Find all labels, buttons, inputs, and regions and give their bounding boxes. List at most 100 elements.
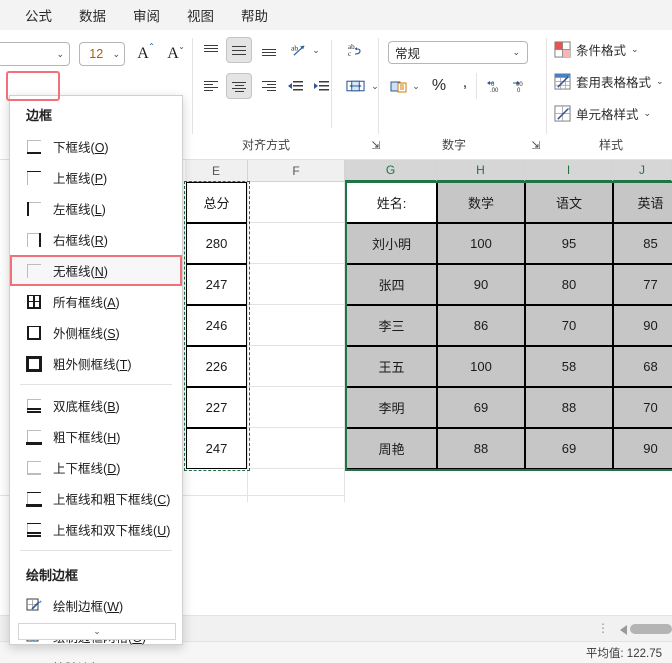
menu-item-erase-border[interactable]: 擦除边框(E): [10, 652, 182, 663]
horizontal-scroll-thumb[interactable]: [630, 624, 672, 634]
scroll-left-arrow-icon[interactable]: [620, 625, 627, 635]
accounting-dropdown[interactable]: ⌄: [409, 75, 423, 97]
font-size-combo[interactable]: 12 ⌄: [79, 42, 125, 66]
menu-item-border-none[interactable]: 无框线(N): [10, 255, 182, 286]
grow-font-button[interactable]: A ⌃: [131, 42, 155, 66]
align-middle-button[interactable]: [226, 37, 252, 63]
table-row[interactable]: 80: [525, 264, 613, 305]
menu-item-border-all[interactable]: 所有框线(A): [10, 286, 182, 317]
decrease-decimal-button[interactable]: 00 0: [510, 75, 532, 97]
increase-decimal-button[interactable]: 0 .00: [484, 75, 506, 97]
column-header-I[interactable]: I: [525, 160, 613, 182]
cell-I-header[interactable]: 语文: [525, 182, 613, 223]
table-row[interactable]: 刘小明: [346, 223, 437, 264]
table-row[interactable]: 69: [437, 387, 525, 428]
menu-item-accel: C: [157, 493, 167, 507]
menu-tab-formulas[interactable]: 公式: [16, 2, 61, 28]
cell-J-header[interactable]: 英语: [613, 182, 672, 223]
number-dialog-launcher[interactable]: ⇲: [529, 139, 543, 153]
orientation-button[interactable]: ab: [288, 39, 310, 61]
format-as-table-button[interactable]: 套用表格格式 ⌄: [554, 72, 664, 91]
menu-scroll-more-button[interactable]: ⌄: [18, 623, 176, 640]
cell-E-5[interactable]: 227: [186, 387, 247, 428]
menu-item-draw-border[interactable]: 绘制边框(W): [10, 590, 182, 621]
table-row[interactable]: 李三: [346, 305, 437, 346]
menu-item-border-bottom[interactable]: 下框线(O): [10, 131, 182, 162]
table-row[interactable]: 88: [525, 387, 613, 428]
align-right-button[interactable]: [258, 75, 280, 97]
align-bottom-button[interactable]: [258, 39, 280, 61]
table-row[interactable]: 100: [437, 223, 525, 264]
menu-item-border-right[interactable]: 右框线(R): [10, 224, 182, 255]
menu-item-border-thick-bottom[interactable]: 粗下框线(H): [10, 421, 182, 452]
align-top-button[interactable]: [200, 39, 222, 61]
menu-tab-data[interactable]: 数据: [70, 2, 115, 28]
percent-format-button[interactable]: %: [428, 75, 450, 97]
menu-tab-review[interactable]: 审阅: [124, 2, 169, 28]
cell-E-3[interactable]: 246: [186, 305, 247, 346]
shrink-font-button[interactable]: A ⌄: [161, 42, 185, 66]
table-row[interactable]: 李明: [346, 387, 437, 428]
merge-center-button[interactable]: [342, 75, 368, 97]
cell-E-header[interactable]: 总分: [186, 182, 247, 223]
table-row[interactable]: 张四: [346, 264, 437, 305]
svg-text:ab: ab: [291, 43, 298, 52]
table-row[interactable]: 86: [437, 305, 525, 346]
table-row[interactable]: 95: [525, 223, 613, 264]
menu-item-border-left[interactable]: 左框线(L): [10, 193, 182, 224]
table-row[interactable]: 90: [613, 305, 672, 346]
cell-E-1[interactable]: 280: [186, 223, 247, 264]
table-row[interactable]: 90: [437, 264, 525, 305]
wrap-text-button[interactable]: ab c: [342, 39, 368, 61]
gridline: [344, 182, 345, 502]
table-row[interactable]: 69: [525, 428, 613, 469]
conditional-formatting-button[interactable]: 条件格式 ⌄: [554, 40, 639, 59]
cell-H-header[interactable]: 数学: [437, 182, 525, 223]
increase-indent-button[interactable]: [310, 75, 332, 97]
font-name-combo[interactable]: ⌄: [0, 42, 70, 66]
chevron-down-icon: ⌄: [56, 48, 64, 59]
accounting-format-button[interactable]: [388, 75, 410, 97]
column-header-E[interactable]: E: [185, 160, 248, 182]
decrease-indent-button[interactable]: [284, 75, 306, 97]
menu-item-border-top[interactable]: 上框线(P): [10, 162, 182, 193]
table-row[interactable]: 77: [613, 264, 672, 305]
more-options-icon[interactable]: ⋮: [597, 622, 609, 634]
menu-item-label: 上框线和双下框线: [53, 524, 154, 538]
cell-E-6[interactable]: 247: [186, 428, 247, 469]
comma-format-button[interactable]: ,: [454, 74, 476, 97]
column-header-J[interactable]: J: [613, 160, 672, 182]
column-header-H[interactable]: H: [437, 160, 525, 182]
table-row[interactable]: 88: [437, 428, 525, 469]
table-row[interactable]: 70: [525, 305, 613, 346]
cell-styles-button[interactable]: 单元格样式 ⌄: [554, 104, 651, 123]
table-row[interactable]: 85: [613, 223, 672, 264]
menu-item-border-thick-outside[interactable]: 粗外侧框线(T): [10, 348, 182, 379]
table-row[interactable]: 70: [613, 387, 672, 428]
cell-E-2[interactable]: 247: [186, 264, 247, 305]
merge-dropdown[interactable]: ⌄: [368, 75, 382, 97]
menu-item-border-top-bottom[interactable]: 上下框线(D): [10, 452, 182, 483]
menu-item-border-top-double-bottom[interactable]: 上框线和双下框线(U): [10, 514, 182, 545]
menu-item-border-outside[interactable]: 外侧框线(S): [10, 317, 182, 348]
orientation-dropdown[interactable]: ⌄: [309, 39, 323, 61]
table-row[interactable]: 68: [613, 346, 672, 387]
column-header-F[interactable]: F: [248, 160, 345, 182]
table-row[interactable]: 58: [525, 346, 613, 387]
table-row[interactable]: 王五: [346, 346, 437, 387]
border-top-double-bottom-icon: [26, 522, 42, 538]
menu-tab-view[interactable]: 视图: [178, 2, 223, 28]
menu-tab-help[interactable]: 帮助: [232, 2, 277, 28]
column-header-G[interactable]: G: [345, 160, 437, 182]
table-row[interactable]: 100: [437, 346, 525, 387]
table-row[interactable]: 周艳: [346, 428, 437, 469]
menu-item-border-top-thick-bottom[interactable]: 上框线和粗下框线(C): [10, 483, 182, 514]
align-left-button[interactable]: [200, 75, 222, 97]
menu-item-border-double-bottom[interactable]: 双底框线(B): [10, 390, 182, 421]
cell-G-header[interactable]: 姓名:: [346, 182, 437, 223]
number-format-combo[interactable]: 常规 ⌄: [388, 41, 528, 64]
table-row[interactable]: 90: [613, 428, 672, 469]
align-center-button[interactable]: [226, 73, 252, 99]
ribbon-separator: [331, 40, 332, 128]
cell-E-4[interactable]: 226: [186, 346, 247, 387]
